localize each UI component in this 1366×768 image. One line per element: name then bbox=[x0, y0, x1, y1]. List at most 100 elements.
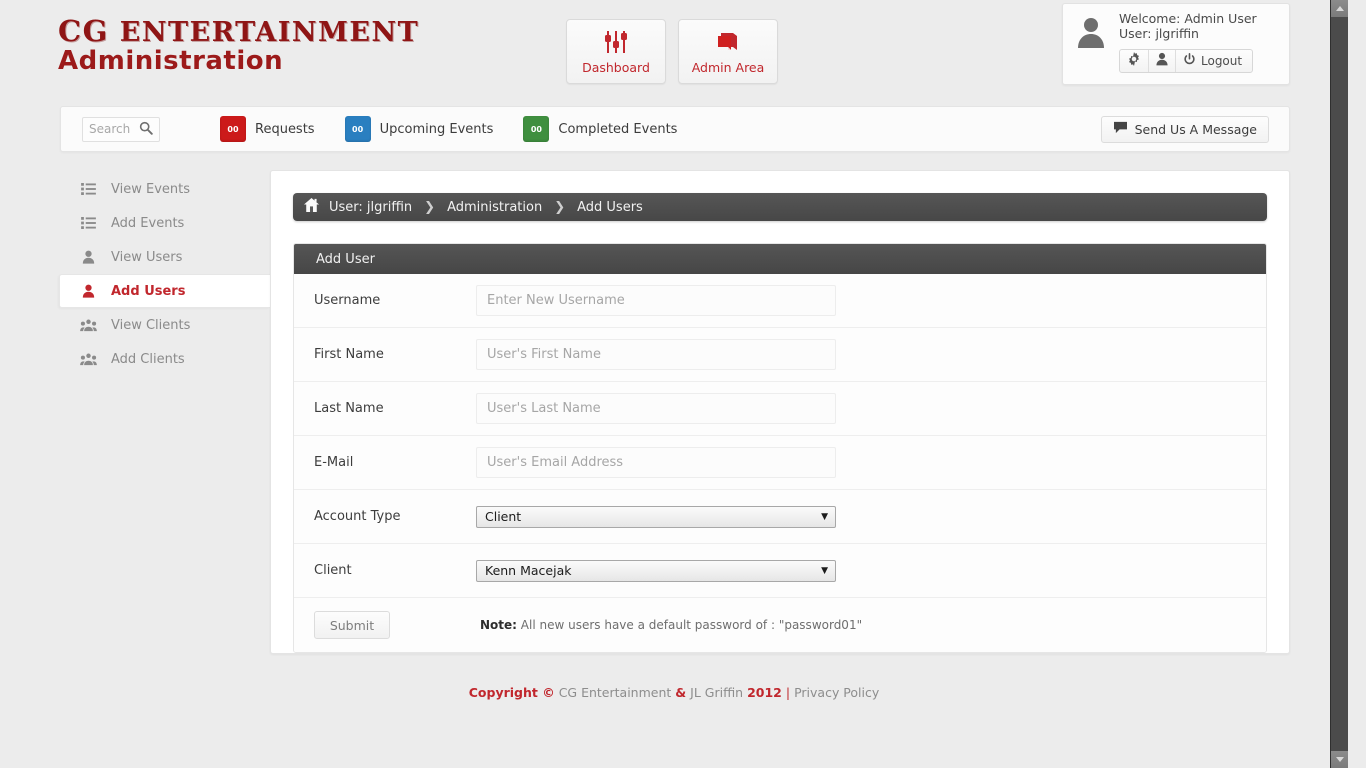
logo-entertainment-text: ENTERTAINMENT bbox=[119, 17, 420, 48]
list-icon bbox=[80, 183, 97, 195]
form-row-client: Client Kenn Macejak ▼ bbox=[294, 544, 1266, 598]
search-input[interactable]: Search bbox=[82, 116, 160, 142]
settings-button[interactable] bbox=[1120, 49, 1149, 72]
toolbar-link-completed-events-label: Completed Events bbox=[558, 121, 678, 137]
privacy-policy-link[interactable]: Privacy Policy bbox=[794, 685, 879, 700]
panel-title: Add User bbox=[294, 244, 1266, 274]
home-icon[interactable] bbox=[303, 197, 320, 217]
logout-button[interactable]: Logout bbox=[1176, 50, 1252, 72]
scroll-down-button[interactable] bbox=[1331, 751, 1348, 768]
username-text: User: jlgriffin bbox=[1119, 25, 1199, 41]
sidebar: View Events Add Events View Users Add Us… bbox=[59, 172, 270, 376]
toolbar-link-completed-events[interactable]: 00 Completed Events bbox=[523, 116, 677, 142]
logo-secondary-text: Administration bbox=[58, 46, 284, 77]
completed-events-count-badge: 00 bbox=[523, 116, 550, 142]
sidebar-item-view-clients[interactable]: View Clients bbox=[60, 308, 270, 342]
account-type-selected-value: Client bbox=[485, 509, 522, 524]
books-icon bbox=[715, 29, 741, 55]
footer: Copyright © CG Entertainment & JL Griffi… bbox=[0, 685, 1348, 700]
main-content-panel: User: jlgriffin ❯ Administration ❯ Add U… bbox=[270, 170, 1290, 654]
sidebar-item-add-clients[interactable]: Add Clients bbox=[60, 342, 270, 376]
account-type-select[interactable]: Client ▼ bbox=[476, 505, 836, 528]
admin-area-button[interactable]: Admin Area bbox=[678, 19, 778, 84]
sidebar-item-add-users[interactable]: Add Users bbox=[59, 274, 270, 308]
requests-count-badge: 00 bbox=[220, 116, 246, 142]
submit-button[interactable]: Submit bbox=[314, 611, 390, 639]
chevron-down-icon: ▼ bbox=[821, 511, 828, 522]
form-row-email: E-Mail User's Email Address bbox=[294, 436, 1266, 490]
upcoming-events-count-badge: 00 bbox=[344, 116, 371, 142]
form-row-last-name: Last Name User's Last Name bbox=[294, 382, 1266, 436]
vertical-scrollbar[interactable] bbox=[1330, 0, 1348, 768]
sliders-icon bbox=[603, 29, 629, 55]
dashboard-button[interactable]: Dashboard bbox=[566, 19, 666, 84]
sidebar-item-view-events[interactable]: View Events bbox=[60, 172, 270, 206]
page-header: CG ENTERTAINMENT Administration Dashboar… bbox=[0, 0, 1348, 92]
form-row-first-name: First Name User's First Name bbox=[294, 328, 1266, 382]
gear-icon bbox=[1127, 52, 1141, 69]
profile-button[interactable] bbox=[1149, 49, 1176, 72]
person-icon bbox=[80, 284, 97, 298]
form-row-username: Username Enter New Username bbox=[294, 274, 1266, 328]
user-action-group: Logout bbox=[1119, 48, 1254, 73]
logo-cg-text: CG bbox=[58, 14, 109, 48]
list-icon bbox=[80, 217, 97, 229]
toolbar: Search 00 Requests 00 Upcoming Events 00… bbox=[60, 106, 1290, 152]
site-logo[interactable]: CG ENTERTAINMENT Administration bbox=[58, 16, 419, 76]
sidebar-item-view-events-label: View Events bbox=[111, 181, 190, 197]
person-icon bbox=[1156, 52, 1168, 69]
footer-copyright: Copyright © bbox=[468, 685, 555, 700]
password-note-text: All new users have a default password of… bbox=[516, 618, 863, 632]
group-icon bbox=[80, 353, 97, 366]
form-row-account-type: Account Type Client ▼ bbox=[294, 490, 1266, 544]
welcome-text: Welcome: Admin User bbox=[1119, 11, 1257, 26]
password-note-prefix: Note: bbox=[480, 618, 517, 632]
sidebar-item-view-users-label: View Users bbox=[111, 249, 183, 265]
sidebar-item-add-clients-label: Add Clients bbox=[111, 351, 185, 367]
search-placeholder: Search bbox=[89, 122, 131, 136]
footer-amp: & bbox=[675, 685, 687, 700]
chevron-down-icon: ▼ bbox=[821, 565, 828, 576]
power-icon bbox=[1183, 52, 1196, 69]
username-label: Username bbox=[314, 293, 381, 308]
page-root: CG ENTERTAINMENT Administration Dashboar… bbox=[0, 0, 1348, 768]
logout-button-label: Logout bbox=[1201, 53, 1243, 68]
group-icon bbox=[80, 319, 97, 332]
last-name-label: Last Name bbox=[314, 401, 384, 416]
first-name-input[interactable]: User's First Name bbox=[476, 339, 836, 370]
scroll-up-arrow-icon bbox=[1336, 6, 1344, 11]
send-us-a-message-button[interactable]: Send Us A Message bbox=[1100, 115, 1269, 143]
toolbar-links: 00 Requests 00 Upcoming Events 00 Comple… bbox=[220, 116, 677, 142]
search-icon[interactable] bbox=[139, 121, 153, 138]
client-select[interactable]: Kenn Macejak ▼ bbox=[476, 559, 836, 582]
add-user-panel: Add User Username Enter New Username Fir… bbox=[293, 243, 1267, 653]
password-note: Note: All new users have a default passw… bbox=[480, 618, 862, 632]
scroll-up-button[interactable] bbox=[1331, 0, 1348, 17]
logo-primary-text: CG ENTERTAINMENT bbox=[58, 16, 419, 47]
comment-icon bbox=[1113, 121, 1128, 137]
breadcrumb-item-user[interactable]: User: jlgriffin bbox=[329, 200, 412, 215]
breadcrumb-separator: ❯ bbox=[424, 199, 436, 215]
footer-company: CG Entertainment bbox=[558, 685, 672, 700]
user-panel: Welcome: Admin User User: jlgriffin Logo… bbox=[1062, 3, 1290, 85]
scrollbar-thumb[interactable] bbox=[1331, 17, 1348, 717]
dashboard-button-label: Dashboard bbox=[582, 59, 650, 75]
person-icon bbox=[80, 250, 97, 264]
toolbar-link-requests[interactable]: 00 Requests bbox=[220, 116, 315, 142]
admin-area-button-label: Admin Area bbox=[691, 59, 765, 75]
breadcrumb-separator: ❯ bbox=[554, 199, 566, 215]
sidebar-item-add-events[interactable]: Add Events bbox=[60, 206, 270, 240]
form-row-submit: Submit Note: All new users have a defaul… bbox=[294, 598, 1266, 652]
client-selected-value: Kenn Macejak bbox=[485, 563, 572, 578]
sidebar-item-add-users-label: Add Users bbox=[111, 283, 186, 299]
sidebar-item-add-events-label: Add Events bbox=[111, 215, 185, 231]
breadcrumb-item-administration[interactable]: Administration bbox=[447, 200, 542, 215]
toolbar-link-upcoming-events[interactable]: 00 Upcoming Events bbox=[344, 116, 493, 142]
email-label: E-Mail bbox=[314, 455, 354, 470]
last-name-input[interactable]: User's Last Name bbox=[476, 393, 836, 424]
email-input[interactable]: User's Email Address bbox=[476, 447, 836, 478]
sidebar-item-view-users[interactable]: View Users bbox=[60, 240, 270, 274]
username-input[interactable]: Enter New Username bbox=[476, 285, 836, 316]
header-nav-buttons: Dashboard Admin Area bbox=[566, 19, 778, 84]
footer-author: JL Griffin bbox=[690, 685, 744, 700]
